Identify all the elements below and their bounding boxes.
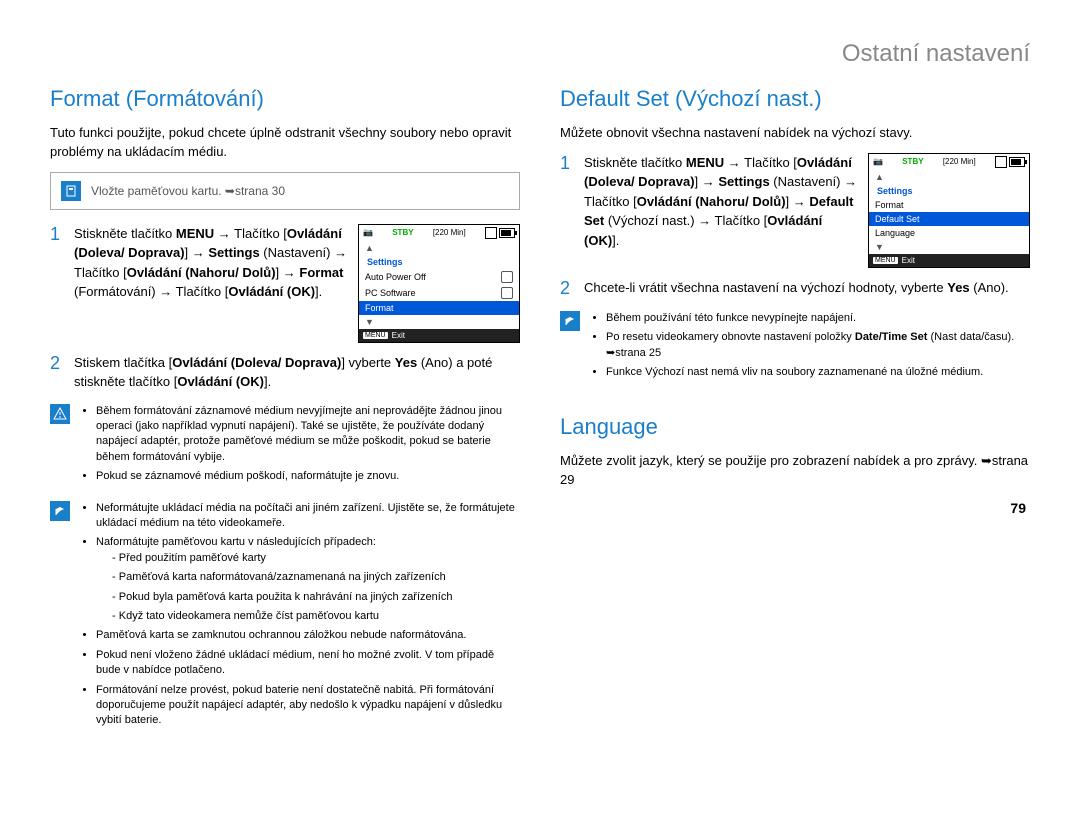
warning-icon <box>50 404 70 424</box>
intro-default: Můžete obnovit všechna nastavení nabídek… <box>560 124 1030 143</box>
intro-language: Můžete zvolit jazyk, který se použije pr… <box>560 452 1030 490</box>
step-number-2r: 2 <box>560 278 574 299</box>
intro-format: Tuto funkci použijte, pokud chcete úplně… <box>50 124 520 162</box>
column-right: Default Set (Výchozí nast.) Můžete obnov… <box>560 86 1030 745</box>
note-icon-right <box>560 311 580 331</box>
lcd-screenshot-right: 📷 STBY [220 Min] ▲ Settings Format Defau… <box>868 153 1030 268</box>
lcd-screenshot-left: 📷 STBY [220 Min] ▲ Settings Auto Power O… <box>358 224 520 343</box>
notes-right: Během používání této funkce nevypínejte … <box>590 311 1030 385</box>
heading-language: Language <box>560 414 1030 440</box>
step1-body: Stiskněte tlačítko MENU → Tlačítko [Ovlá… <box>74 224 348 302</box>
column-left: Format (Formátování) Tuto funkci použijt… <box>50 86 520 745</box>
warning-body: Během formátování záznamové médium nevyj… <box>80 404 520 489</box>
step-number-2: 2 <box>50 353 64 374</box>
notes-left: Neformátujte ukládací média na počítači … <box>80 501 520 733</box>
insert-card-text: Vložte paměťovou kartu. ➥strana 30 <box>91 184 285 198</box>
step2r-body: Chcete-li vrátit všechna nastavení na vý… <box>584 278 1030 298</box>
step1r-body: Stiskněte tlačítko MENU → Tlačítko [Ovlá… <box>584 153 858 251</box>
page-number: 79 <box>560 500 1030 516</box>
note-icon <box>50 501 70 521</box>
media-icon <box>61 181 81 201</box>
insert-card-box: Vložte paměťovou kartu. ➥strana 30 <box>50 172 520 210</box>
heading-default-set: Default Set (Výchozí nast.) <box>560 86 1030 112</box>
step2-body: Stiskem tlačítka [Ovládání (Doleva/ Dopr… <box>74 353 520 392</box>
page-title: Ostatní nastavení <box>50 40 1030 68</box>
step-number-1r: 1 <box>560 153 574 174</box>
step-number-1: 1 <box>50 224 64 245</box>
heading-format: Format (Formátování) <box>50 86 520 112</box>
